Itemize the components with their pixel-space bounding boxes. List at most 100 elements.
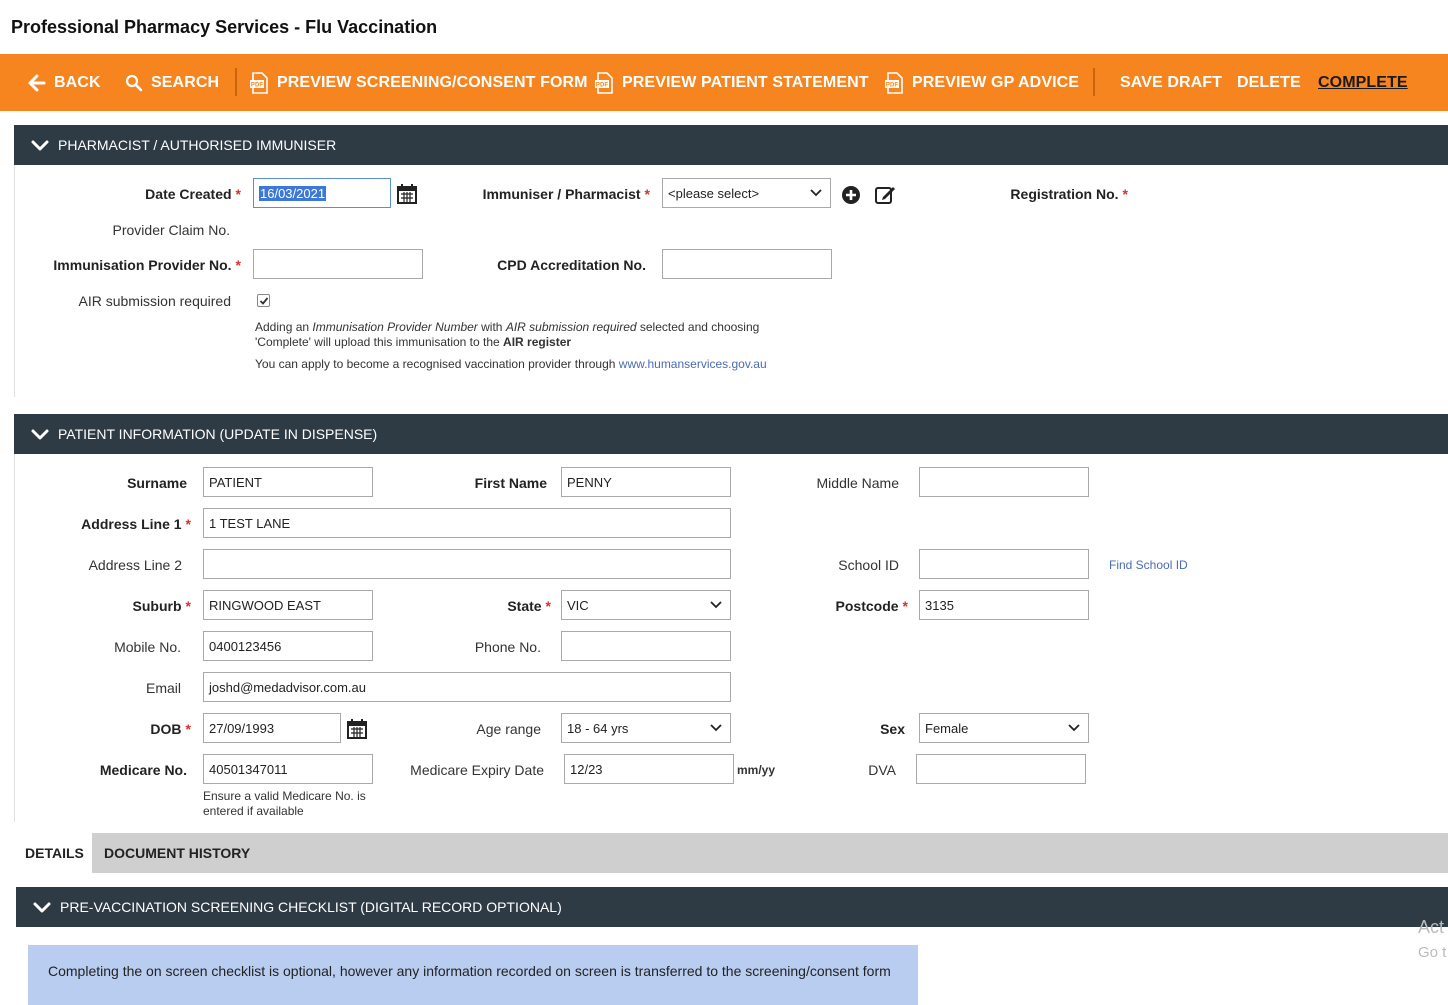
surname-input[interactable]: PATIENT [203, 467, 373, 497]
immunisation-provider-input[interactable] [253, 249, 423, 279]
add-immuniser-icon[interactable] [841, 185, 861, 205]
mmyy-hint: mm/yy [737, 763, 776, 777]
cpd-input[interactable] [662, 249, 832, 279]
save-draft-button[interactable]: SAVE DRAFT [1120, 54, 1222, 111]
immuniser-label: Immuniser / Pharmacist * [482, 186, 650, 202]
middle-name-label: Middle Name [816, 475, 899, 491]
delete-button[interactable]: DELETE [1237, 54, 1301, 111]
chevron-down-icon [31, 429, 49, 440]
dva-input[interactable] [916, 754, 1086, 784]
school-id-input[interactable] [919, 549, 1089, 579]
tab-bar: DETAILS DOCUMENT HISTORY [14, 833, 1448, 873]
state-select-value: VIC [567, 597, 589, 613]
mobile-label: Mobile No. [114, 639, 181, 655]
medicare-input[interactable]: 40501347011 [203, 754, 373, 784]
postcode-input[interactable]: 3135 [919, 590, 1089, 620]
preview-gp-advice-button[interactable]: PDF PREVIEW GP ADVICE [884, 54, 1079, 111]
address-line-1-label: Address Line 1 * [81, 516, 191, 532]
state-select[interactable]: VIC [561, 590, 731, 620]
preview-screening-label: PREVIEW SCREENING/CONSENT FORM [277, 73, 588, 91]
phone-input[interactable] [561, 631, 731, 661]
calendar-icon[interactable] [396, 183, 418, 205]
search-icon [125, 74, 143, 91]
cpd-label: CPD Accreditation No. [497, 257, 646, 273]
humanservices-link[interactable]: www.humanservices.gov.au [619, 357, 767, 371]
screening-section-title: PRE-VACCINATION SCREENING CHECKLIST (DIG… [60, 899, 562, 915]
dob-label: DOB * [150, 721, 191, 737]
page-title: Professional Pharmacy Services - Flu Vac… [11, 17, 438, 37]
phone-label: Phone No. [474, 639, 541, 655]
dob-input[interactable]: 27/09/1993 [203, 713, 341, 743]
medicare-expiry-label: Medicare Expiry Date [410, 762, 544, 778]
toolbar-divider [235, 68, 237, 96]
chevron-down-icon [710, 601, 722, 609]
suburb-label: Suburb * [132, 598, 191, 614]
pharmacist-section-title: PHARMACIST / AUTHORISED IMMUNISER [58, 137, 337, 153]
tab-details[interactable]: DETAILS [14, 833, 92, 873]
activation-watermark: Act Go t [1418, 917, 1447, 961]
edit-immuniser-icon[interactable] [874, 184, 897, 205]
action-toolbar: BACK SEARCH PDF PREVIEW SCREENING/CONSEN… [0, 54, 1448, 111]
pdf-badge-text: PDF [596, 82, 609, 88]
preview-patient-statement-button[interactable]: PDF PREVIEW PATIENT STATEMENT [594, 54, 869, 111]
age-range-label: Age range [476, 721, 541, 737]
registration-label: Registration No. * [1010, 186, 1128, 202]
air-submission-checkbox[interactable] [257, 294, 270, 307]
medicare-hint: Ensure a valid Medicare No. is entered if… [203, 789, 366, 818]
first-name-input[interactable]: PENNY [561, 467, 731, 497]
search-label: SEARCH [151, 73, 220, 91]
preview-screening-button[interactable]: PDF PREVIEW SCREENING/CONSENT FORM [249, 54, 588, 111]
middle-name-input[interactable] [919, 467, 1089, 497]
screening-info-box: Completing the on screen checklist is op… [28, 945, 918, 1005]
arrow-left-icon [28, 74, 46, 91]
preview-patient-statement-label: PREVIEW PATIENT STATEMENT [622, 73, 869, 91]
surname-label: Surname [127, 475, 187, 491]
state-label: State * [507, 598, 551, 614]
pdf-icon: PDF [595, 71, 613, 94]
age-range-select[interactable]: 18 - 64 yrs [561, 713, 731, 743]
calendar-icon[interactable] [346, 718, 368, 740]
sex-label: Sex [880, 721, 905, 737]
tab-document-history[interactable]: DOCUMENT HISTORY [93, 833, 261, 873]
address-line-2-label: Address Line 2 [88, 557, 182, 573]
chevron-down-icon [710, 724, 722, 732]
back-button[interactable]: BACK [28, 54, 101, 111]
medicare-expiry-input[interactable]: 12/23 [564, 754, 734, 784]
sex-select[interactable]: Female [919, 713, 1089, 743]
chevron-down-icon [1068, 724, 1080, 732]
check-icon [259, 296, 268, 305]
age-range-select-value: 18 - 64 yrs [567, 720, 629, 736]
patient-section-title: PATIENT INFORMATION (UPDATE IN DISPENSE) [58, 426, 378, 442]
postcode-label: Postcode * [835, 598, 908, 614]
mobile-input[interactable]: 0400123456 [203, 631, 373, 661]
immuniser-select-value: <please select> [668, 185, 760, 201]
pharmacist-section-header[interactable]: PHARMACIST / AUTHORISED IMMUNISER [14, 125, 1448, 165]
chevron-down-icon [810, 189, 822, 197]
search-button[interactable]: SEARCH [125, 54, 219, 111]
date-created-label: Date Created * [145, 186, 241, 202]
email-label: Email [145, 680, 181, 696]
air-note: Adding an Immunisation Provider Number w… [255, 320, 760, 349]
screening-section-header[interactable]: PRE-VACCINATION SCREENING CHECKLIST (DIG… [16, 887, 1448, 927]
find-school-id-link[interactable]: Find School ID [1109, 558, 1188, 573]
air-submission-label: AIR submission required [78, 293, 231, 309]
sex-select-value: Female [925, 720, 969, 736]
dva-label: DVA [868, 762, 896, 778]
back-label: BACK [54, 73, 101, 91]
first-name-label: First Name [474, 475, 547, 491]
patient-section-header[interactable]: PATIENT INFORMATION (UPDATE IN DISPENSE) [14, 414, 1448, 454]
medicare-label: Medicare No. [99, 762, 187, 778]
date-created-input[interactable]: 16/03/2021 [253, 178, 391, 208]
suburb-input[interactable]: RINGWOOD EAST [203, 590, 373, 620]
preview-gp-advice-label: PREVIEW GP ADVICE [912, 73, 1080, 91]
immunisation-provider-label: Immunisation Provider No. * [53, 257, 241, 273]
immuniser-select[interactable]: <please select> [662, 178, 831, 208]
address-line-2-input[interactable] [203, 549, 731, 579]
address-line-1-input[interactable]: 1 TEST LANE [203, 508, 731, 538]
pdf-badge-text: PDF [886, 82, 899, 88]
email-input[interactable]: joshd@medadvisor.com.au [203, 672, 731, 702]
pdf-icon: PDF [885, 71, 903, 94]
toolbar-divider [1093, 68, 1095, 96]
complete-button[interactable]: COMPLETE [1318, 54, 1408, 111]
school-id-label: School ID [838, 557, 899, 573]
